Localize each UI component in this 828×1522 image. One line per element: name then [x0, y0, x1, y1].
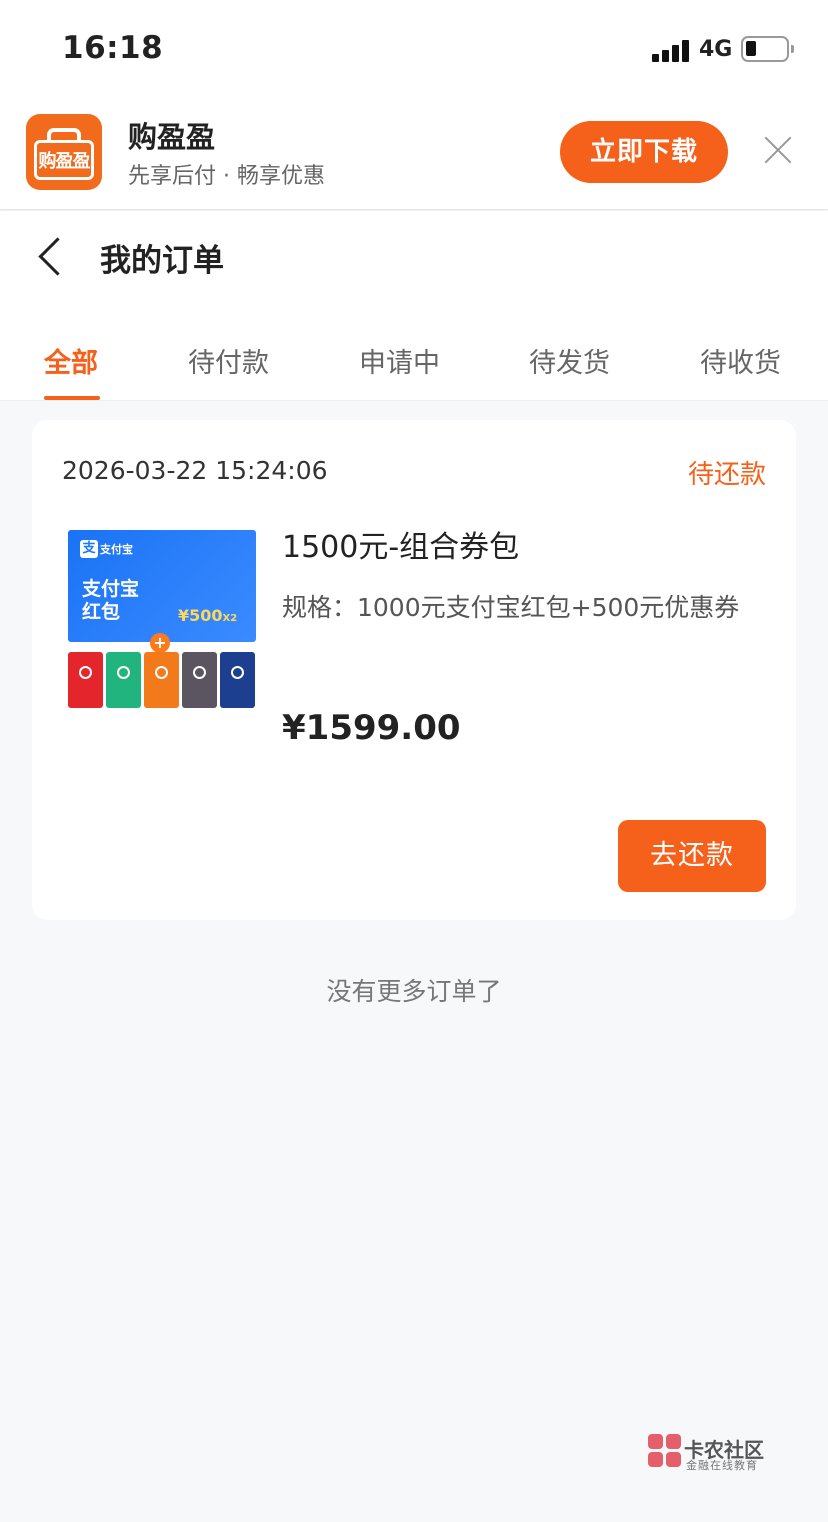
member-tile-3 — [144, 652, 179, 708]
page-title: 我的订单 — [100, 243, 224, 279]
nav-bar: 我的订单 — [0, 211, 828, 301]
status-bar: 16:18 4G — [0, 0, 828, 100]
product-name: 1500元-组合券包 — [282, 530, 520, 565]
tab-pending-receipt[interactable]: 待收货 — [700, 341, 781, 380]
watermark-icon — [648, 1434, 684, 1470]
product-thumbnail[interactable]: 支 支付宝 支付宝 红包 ¥500X2 + — [68, 530, 256, 712]
download-button[interactable]: 立即下载 — [560, 121, 728, 183]
tab-all[interactable]: 全部 — [44, 341, 98, 380]
product-price: ¥1599.00 — [282, 708, 461, 748]
app-name: 购盈盈 — [128, 120, 216, 154]
red-packet-amount: ¥500X2 — [178, 606, 238, 625]
red-packet-label: 支付宝 红包 — [82, 578, 140, 623]
status-time: 16:18 — [62, 30, 164, 66]
member-tile-2 — [106, 652, 141, 708]
repay-button[interactable]: 去还款 — [618, 820, 766, 892]
member-tile-4 — [182, 652, 217, 708]
member-tile-1 — [68, 652, 103, 708]
tab-pending-shipment[interactable]: 待发货 — [529, 341, 610, 380]
alipay-logo-icon: 支 支付宝 — [80, 540, 133, 558]
active-tab-indicator — [44, 396, 100, 400]
signal-icon — [652, 38, 692, 62]
network-type: 4G — [699, 37, 733, 62]
product-spec: 规格：1000元支付宝红包+500元优惠券 — [282, 593, 740, 622]
tab-applying[interactable]: 申请中 — [359, 341, 440, 380]
red-packet-banner: 支 支付宝 支付宝 红包 ¥500X2 — [68, 530, 256, 642]
order-time: 2026-03-22 15:24:06 — [62, 456, 328, 485]
app-slogan: 先享后付 · 畅享优惠 — [128, 164, 325, 189]
battery-icon — [741, 36, 794, 62]
order-card[interactable]: 2026-03-22 15:24:06 待还款 支 支付宝 支付宝 红包 ¥50… — [32, 420, 796, 920]
order-status: 待还款 — [687, 460, 766, 490]
app-download-banner: 购盈盈 购盈盈 先享后付 · 畅享优惠 立即下载 — [0, 100, 828, 210]
member-tile-5 — [220, 652, 255, 708]
back-arrow-icon[interactable] — [30, 233, 70, 277]
watermark-logo: 卡农社区 金融在线教育 — [648, 1432, 778, 1476]
no-more-orders-text: 没有更多订单了 — [326, 977, 502, 1006]
tab-pending-payment[interactable]: 待付款 — [188, 341, 269, 380]
app-logo: 购盈盈 — [26, 114, 102, 190]
close-icon[interactable] — [760, 132, 796, 168]
plus-icon: + — [150, 633, 170, 653]
order-tabs: 全部 待付款 申请中 待发货 待收货 — [0, 301, 828, 401]
